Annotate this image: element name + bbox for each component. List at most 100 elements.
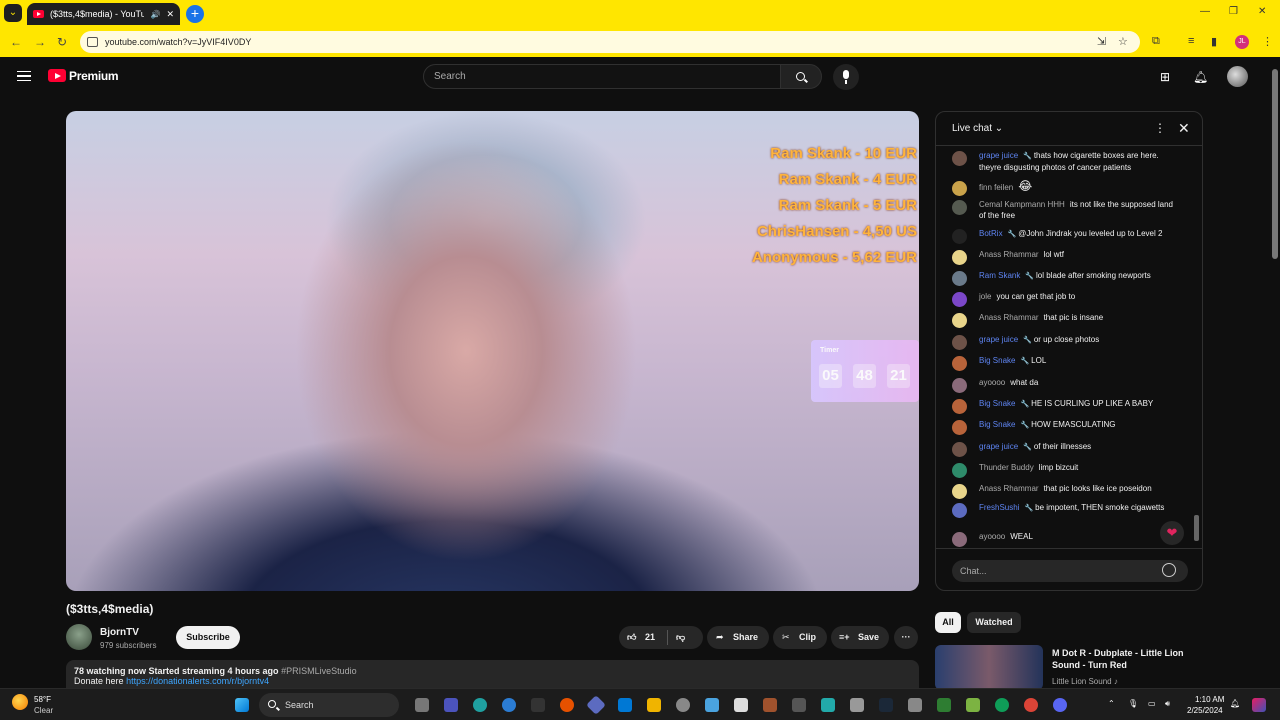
chat-author-avatar[interactable] <box>952 335 967 350</box>
chat-author-avatar[interactable] <box>952 250 967 265</box>
chat-author-name[interactable]: finn feilen <box>979 183 1013 192</box>
new-tab-button[interactable]: + <box>186 5 204 23</box>
save-button[interactable]: ≡+ Save <box>831 626 889 649</box>
install-app-icon[interactable]: ⇲ <box>1097 35 1106 48</box>
chat-author-avatar[interactable] <box>952 442 967 457</box>
maximize-icon[interactable]: ❐ <box>1229 6 1238 17</box>
chat-author-avatar[interactable] <box>952 463 967 478</box>
chat-author-avatar[interactable] <box>952 229 967 244</box>
app-icon-6[interactable] <box>908 698 922 712</box>
chat-author-name[interactable]: Thunder Buddy <box>979 463 1034 472</box>
channel-name[interactable]: BjornTV <box>100 627 139 638</box>
chip-watched[interactable]: Watched <box>967 612 1021 633</box>
youtube-logo-icon[interactable] <box>48 69 66 82</box>
hashtag[interactable]: #PRISMLiveStudio <box>281 666 357 676</box>
app-icon-4[interactable] <box>792 698 806 712</box>
close-window-icon[interactable]: ✕ <box>1258 6 1266 17</box>
back-icon[interactable]: ← <box>10 35 22 49</box>
video-player[interactable]: Ram Skank - 10 EUR Ram Skank - 4 EUR Ram… <box>66 111 919 591</box>
chat-mode-dropdown[interactable]: Live chat ⌄ <box>952 123 1003 134</box>
donate-link[interactable]: https://donationalerts.com/r/bjorntv4 <box>126 676 269 686</box>
chat-author-name[interactable]: grape juice <box>979 442 1018 451</box>
chat-author-name[interactable]: FreshSushi <box>979 503 1019 512</box>
dislike-icon[interactable]: 👎︎ <box>676 626 685 649</box>
app-icon[interactable] <box>502 698 516 712</box>
site-info-icon[interactable] <box>87 37 98 47</box>
search-input[interactable]: Search <box>423 64 781 89</box>
clock-time[interactable]: 1:10 AM <box>1195 695 1224 704</box>
notification-bell-icon[interactable]: 🔔︎ <box>1230 699 1240 708</box>
chat-author-avatar[interactable] <box>952 420 967 435</box>
chat-author-avatar[interactable] <box>952 181 967 196</box>
teams-icon[interactable] <box>444 698 458 712</box>
subscribe-button[interactable]: Subscribe <box>176 626 240 649</box>
forward-icon[interactable]: → <box>34 35 46 49</box>
chat-author-avatar[interactable] <box>952 399 967 414</box>
chat-author-avatar[interactable] <box>952 484 967 499</box>
chat-author-name[interactable]: grape juice <box>979 335 1018 344</box>
tab-search-dropdown[interactable]: ⌄ <box>4 4 22 22</box>
chat-author-name[interactable]: ayoooo <box>979 532 1005 541</box>
app-diamond-icon[interactable] <box>586 695 606 715</box>
chat-author-avatar[interactable] <box>952 271 967 286</box>
chat-author-avatar[interactable] <box>952 532 967 547</box>
chat-author-avatar[interactable] <box>952 151 967 166</box>
browser-menu-icon[interactable]: ⋮ <box>1262 35 1273 48</box>
file-explorer-icon[interactable] <box>647 698 661 712</box>
reload-icon[interactable]: ↻ <box>57 35 67 49</box>
chrome-icon[interactable] <box>1024 698 1038 712</box>
recommendation-channel[interactable]: Little Lion Sound ♪ <box>1052 677 1118 686</box>
discord-icon[interactable] <box>1053 698 1067 712</box>
minimize-icon[interactable]: — <box>1200 6 1210 17</box>
channel-avatar[interactable] <box>66 624 92 650</box>
recommendation-title[interactable]: M Dot R - Dubplate - Little Lion Sound -… <box>1052 647 1202 671</box>
like-count[interactable]: 21 <box>645 626 655 649</box>
chat-scrollbar[interactable] <box>1194 515 1199 541</box>
speaker-icon[interactable]: 🔊 <box>150 10 160 19</box>
chat-author-name[interactable]: Ram Skank <box>979 271 1020 280</box>
taskbar-search[interactable]: Search <box>259 693 399 717</box>
chat-author-name[interactable]: grape juice <box>979 151 1018 160</box>
app-icon-5[interactable] <box>821 698 835 712</box>
app-icon-9[interactable] <box>995 698 1009 712</box>
chat-author-avatar[interactable] <box>952 292 967 307</box>
copilot-icon[interactable] <box>1252 698 1266 712</box>
settings-gear-icon[interactable] <box>676 698 690 712</box>
share-button[interactable]: ➦ Share <box>707 626 769 649</box>
clip-button[interactable]: ✂ Clip <box>773 626 827 649</box>
chat-input[interactable]: Chat... <box>952 560 1188 582</box>
emoji-icon[interactable] <box>1162 563 1176 577</box>
bookmark-star-icon[interactable]: ☆ <box>1118 35 1128 48</box>
chat-author-avatar[interactable] <box>952 200 967 215</box>
chat-author-name[interactable]: jole <box>979 292 991 301</box>
side-panel-icon[interactable]: ▮ <box>1211 35 1217 48</box>
logo-text[interactable]: Premium <box>69 69 119 83</box>
task-view-icon[interactable] <box>415 698 429 712</box>
app-icon-8[interactable] <box>966 698 980 712</box>
tray-overflow-icon[interactable]: ⌃ <box>1108 699 1115 708</box>
chat-author-name[interactable]: Big Snake <box>979 356 1015 365</box>
notepad-icon[interactable] <box>734 698 748 712</box>
windows-start-icon[interactable] <box>235 698 249 712</box>
voice-search-button[interactable] <box>833 64 859 90</box>
chat-author-name[interactable]: Big Snake <box>979 420 1015 429</box>
chat-author-name[interactable]: BotRix <box>979 229 1003 238</box>
heart-reaction-icon[interactable]: ❤ <box>1160 521 1184 545</box>
volume-icon[interactable]: 🔊︎ <box>1165 699 1170 709</box>
chat-author-name[interactable]: Cemal Kampmann HHH <box>979 200 1065 209</box>
app-icon-3[interactable] <box>763 698 777 712</box>
tray-mic-icon[interactable]: 🎙︎ <box>1128 699 1138 708</box>
like-icon[interactable]: 👍︎ <box>627 626 636 649</box>
address-bar[interactable]: youtube.com/watch?v=JyVIF4IV0DY <box>80 31 1140 53</box>
browser-profile-avatar[interactable]: JL <box>1235 35 1249 49</box>
chat-author-avatar[interactable] <box>952 313 967 328</box>
menu-icon[interactable] <box>17 71 31 81</box>
extensions-icon[interactable]: ⧉ <box>1152 35 1160 48</box>
chat-close-icon[interactable]: ✕ <box>1178 120 1190 137</box>
chat-author-name[interactable]: Anass Rhammar <box>979 250 1039 259</box>
account-avatar[interactable] <box>1227 66 1248 87</box>
terminal-icon[interactable] <box>531 698 545 712</box>
more-actions-button[interactable]: ··· <box>894 626 918 649</box>
app-icon-2[interactable] <box>705 698 719 712</box>
chat-author-name[interactable]: Big Snake <box>979 399 1015 408</box>
